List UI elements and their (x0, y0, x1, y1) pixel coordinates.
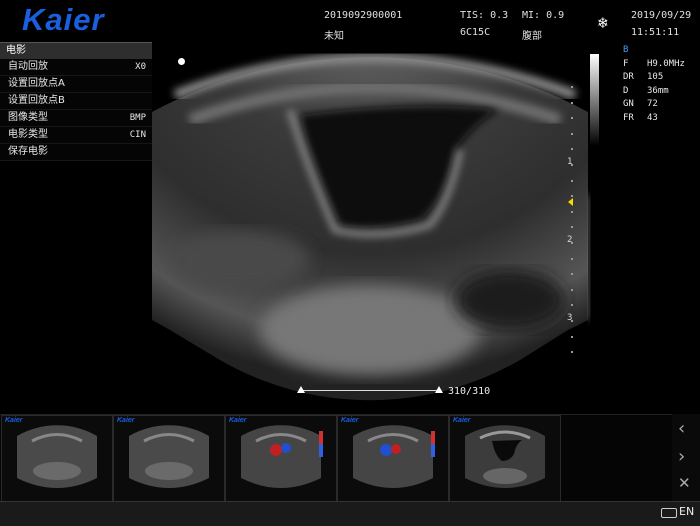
menu-item-set-point-b[interactable]: 设置回放点B (0, 93, 152, 110)
menu-item-cine-type[interactable]: 电影类型 CIN (0, 127, 152, 144)
thumbnail-logo: Kaier (229, 417, 247, 424)
cine-slider[interactable] (297, 386, 443, 396)
param-row: D 36mm (623, 85, 685, 99)
cine-track (301, 390, 439, 391)
depth-tick (571, 257, 573, 260)
param-row: DR 105 (623, 71, 685, 85)
menu-item-label: 图像类型 (8, 112, 48, 123)
focus-depth-marker[interactable] (568, 198, 573, 206)
thumbnail-logo: Kaier (5, 417, 23, 424)
menu-item-image-type[interactable]: 图像类型 BMP (0, 110, 152, 127)
focus-marker (178, 58, 185, 65)
depth-tick (571, 335, 573, 338)
cine-end-handle[interactable] (435, 386, 443, 393)
cine-menu: 电影 自动回放 X0 设置回放点A 设置回放点B 图像类型 BMP 电影类型 C… (0, 42, 152, 161)
param-value: 72 (647, 99, 658, 110)
menu-title: 电影 (0, 42, 152, 59)
thumbnail[interactable]: Kaier (337, 415, 449, 502)
language-indicator[interactable]: EN (679, 505, 694, 518)
depth-tick (571, 210, 573, 213)
param-value: H9.0MHz (647, 58, 685, 69)
param-value: 36mm (647, 85, 669, 96)
menu-item-value: BMP (129, 113, 146, 123)
depth-tick (571, 195, 573, 198)
depth-tick (571, 288, 573, 291)
menu-item-label: 电影类型 (8, 129, 48, 140)
next-page-icon[interactable]: › (678, 446, 685, 467)
thumbnail[interactable]: Kaier (1, 415, 113, 502)
imaging-params: B F H9.0MHz DR 105 D 36mm GN 72 FR 43 (623, 44, 685, 126)
menu-item-label: 保存电影 (8, 146, 48, 157)
param-row: GN 72 (623, 98, 685, 112)
thumbnail-controls: ‹ › ✕ (672, 414, 700, 501)
prev-page-icon[interactable]: ‹ (678, 418, 685, 439)
depth-tick (571, 148, 573, 151)
grayscale-bar (590, 54, 599, 146)
menu-item-label: 设置回放点B (8, 95, 65, 106)
param-key: FR (623, 112, 634, 123)
menu-item-save-cine[interactable]: 保存电影 (0, 144, 152, 161)
depth-label: 1 (567, 157, 573, 167)
keyboard-icon[interactable] (661, 508, 677, 518)
status-bar (0, 501, 700, 526)
thumbnail[interactable]: Kaier (113, 415, 225, 502)
cine-frame-counter: 310/310 (448, 386, 491, 397)
menu-item-set-point-a[interactable]: 设置回放点A (0, 76, 152, 93)
depth-tick (571, 117, 573, 120)
depth-tick (571, 273, 573, 276)
depth-tick (571, 351, 573, 354)
thumbnail[interactable]: Kaier (225, 415, 337, 502)
param-value: 43 (647, 112, 658, 123)
depth-tick (571, 86, 573, 88)
depth-tick (571, 179, 573, 182)
menu-item-label: 设置回放点A (8, 78, 65, 89)
depth-tick (571, 132, 573, 135)
depth-tick (571, 101, 573, 104)
param-row: FR 43 (623, 112, 685, 126)
menu-item-value: CIN (129, 130, 146, 140)
thumbnail-logo: Kaier (341, 417, 359, 424)
param-row: F H9.0MHz (623, 58, 685, 72)
param-key: D (623, 85, 629, 96)
thumbnail-logo: Kaier (117, 417, 135, 424)
thumbnail-logo: Kaier (453, 417, 471, 424)
param-key: GN (623, 99, 634, 110)
depth-label: 3 (567, 313, 573, 323)
menu-item-label: 自动回放 (8, 61, 48, 72)
menu-item-auto-play[interactable]: 自动回放 X0 (0, 59, 152, 76)
cine-start-handle[interactable] (297, 386, 305, 393)
param-key: DR (623, 72, 634, 83)
thumbnail[interactable]: Kaier (449, 415, 561, 502)
close-icon[interactable]: ✕ (678, 474, 691, 492)
param-value: 105 (647, 72, 664, 83)
depth-label: 2 (567, 235, 573, 245)
menu-item-value: X0 (135, 62, 146, 72)
imaging-mode: B (623, 45, 629, 55)
param-key: F (623, 58, 629, 69)
depth-tick (571, 226, 573, 229)
depth-tick (571, 304, 573, 307)
